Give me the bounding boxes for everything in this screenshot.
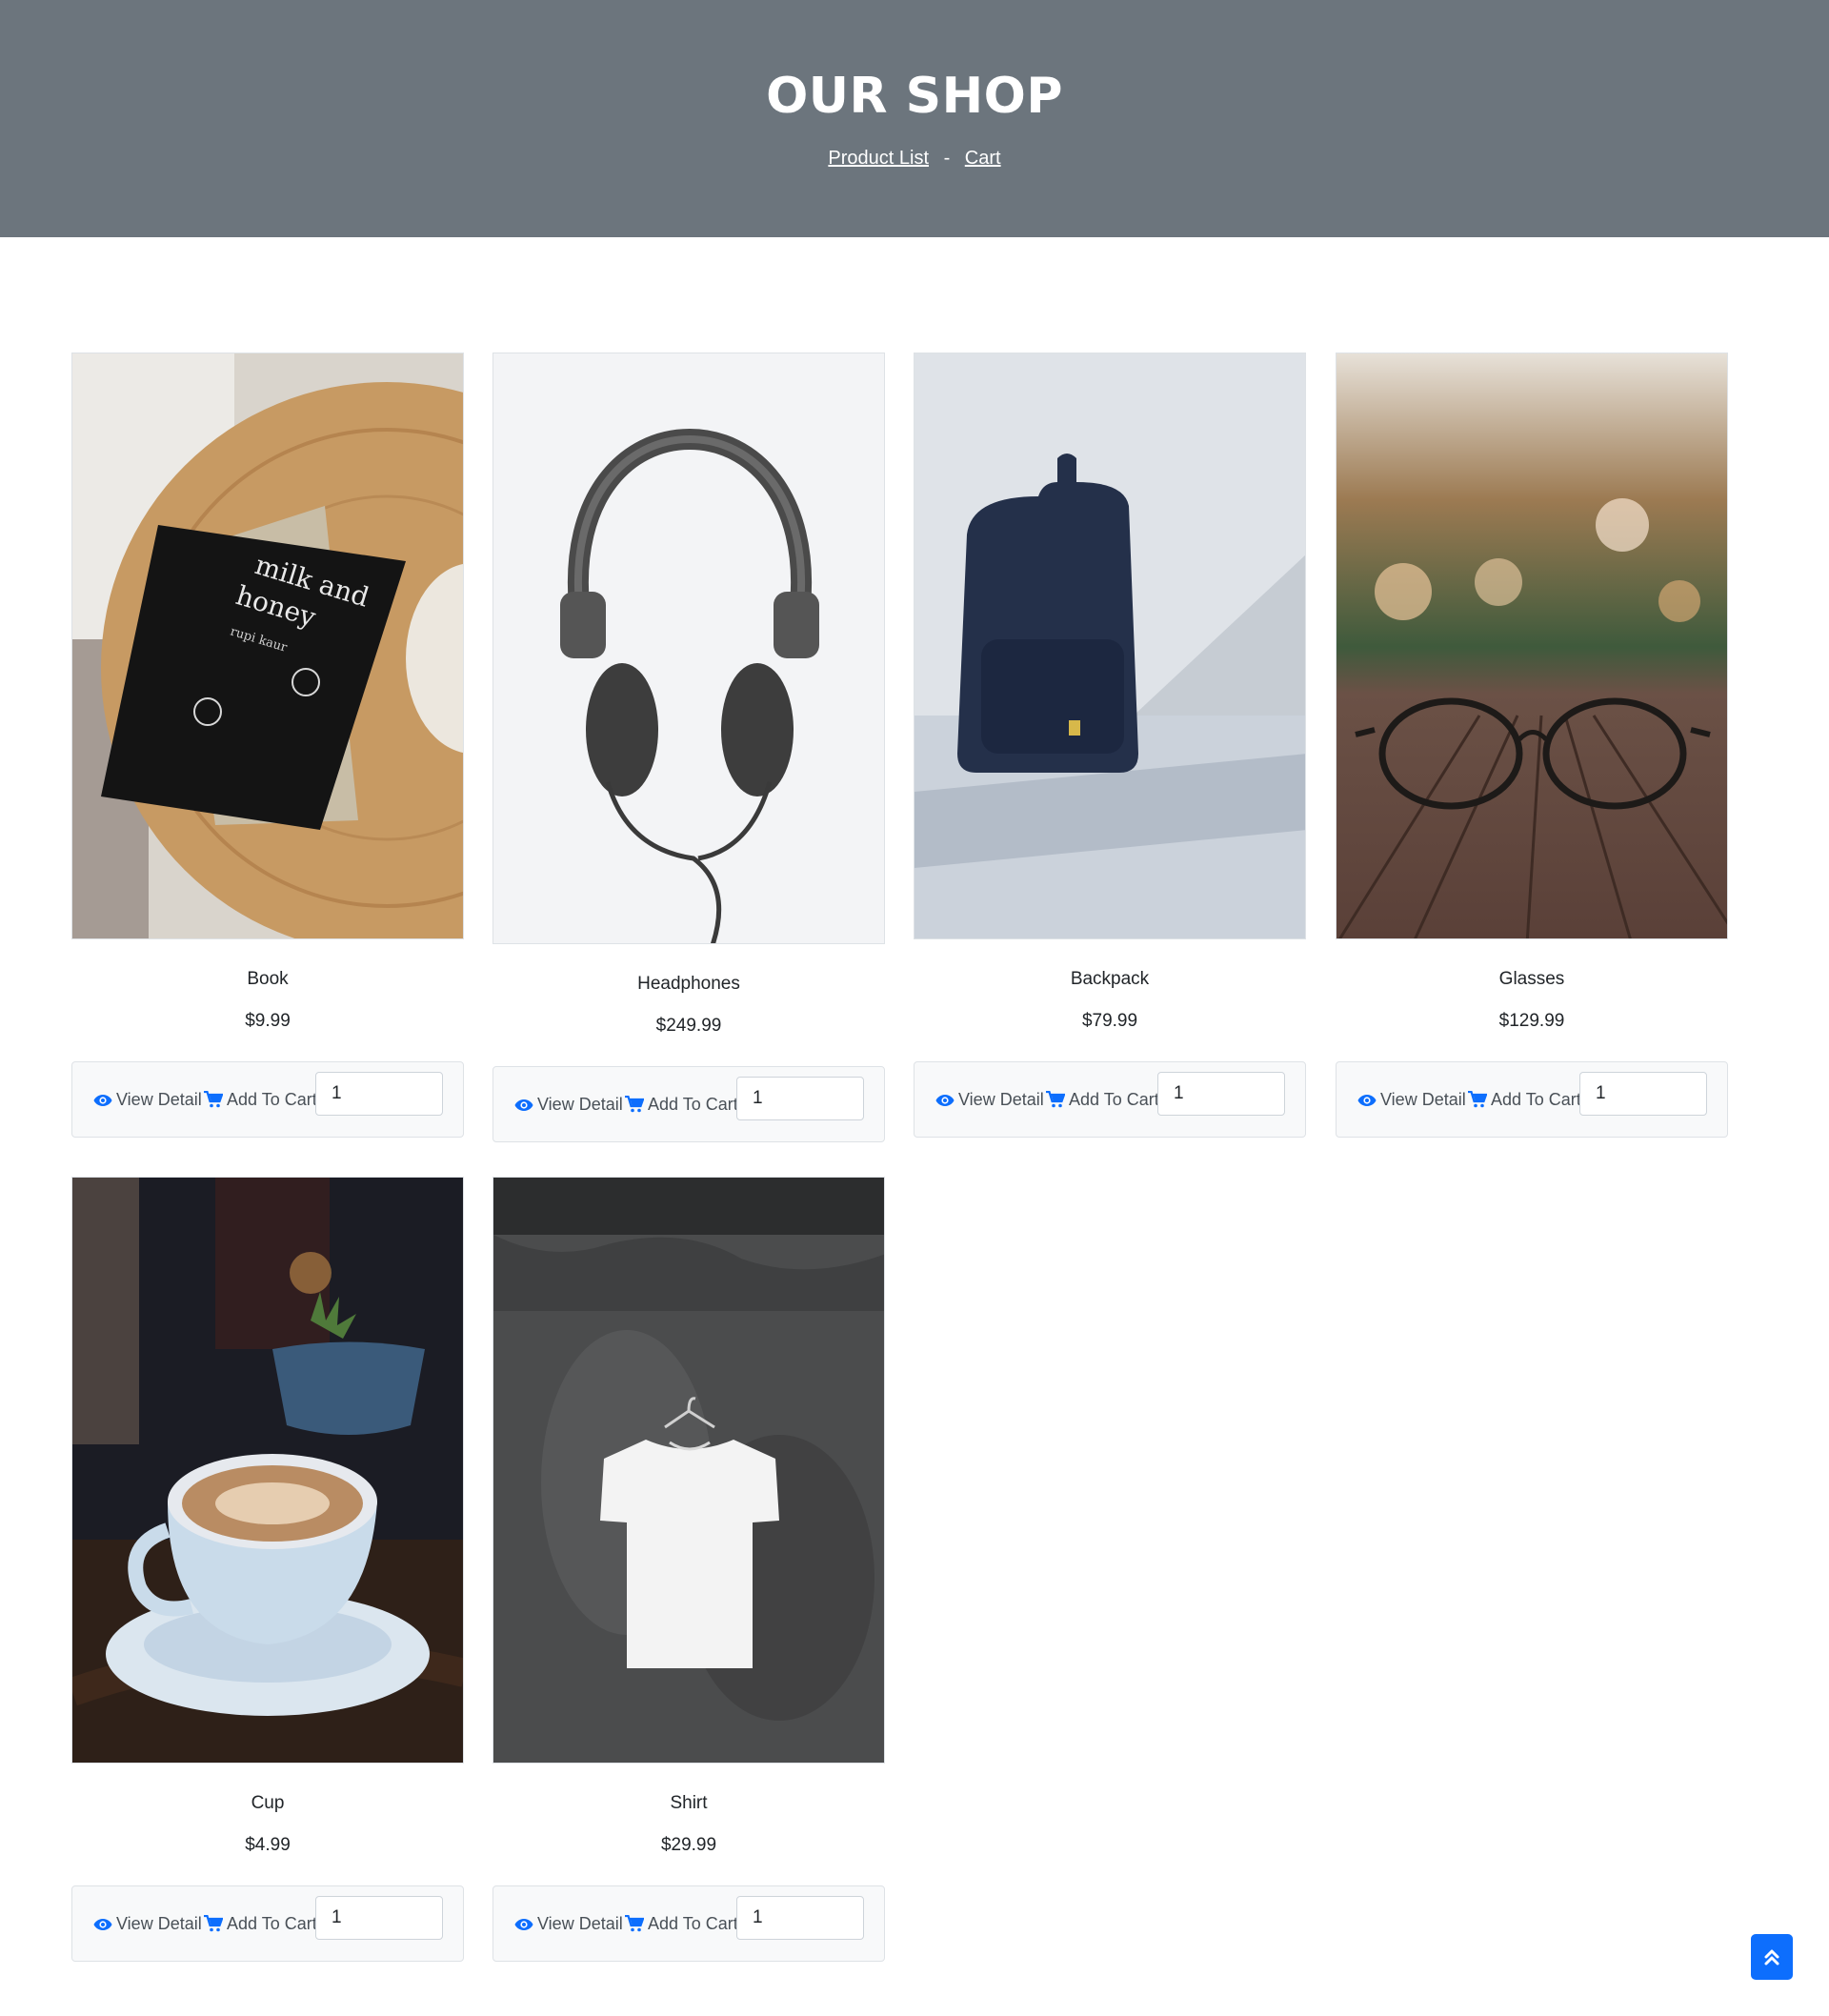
- product-name: Book: [247, 969, 289, 989]
- breadcrumb-product-list-link[interactable]: Product List: [828, 148, 929, 169]
- product-price: $79.99: [1081, 1011, 1138, 1031]
- add-to-cart-link[interactable]: Add To Cart: [625, 1912, 738, 1935]
- product-name: Backpack: [1070, 969, 1150, 989]
- scroll-to-top-button[interactable]: [1751, 1934, 1793, 1980]
- view-detail-link[interactable]: View Detail: [1357, 1088, 1466, 1111]
- breadcrumb-separator: -: [943, 148, 951, 169]
- double-chevron-up-icon: [1764, 1949, 1779, 1966]
- add-to-cart-label: Add To Cart: [648, 1914, 738, 1933]
- cart-icon: [625, 1914, 645, 1932]
- quantity-input[interactable]: [315, 1072, 443, 1116]
- product-actions: View Detail Add To Cart: [71, 1061, 464, 1138]
- cart-icon: [204, 1914, 224, 1932]
- cart-icon: [1468, 1090, 1488, 1108]
- product-card-shirt: Shirt $29.99 View Detail Add To Cart: [492, 1177, 885, 1962]
- product-actions: View Detail Add To Cart: [71, 1885, 464, 1962]
- eye-icon: [514, 1919, 533, 1930]
- product-price: $129.99: [1498, 1011, 1565, 1031]
- backpack-photo[interactable]: [914, 353, 1306, 939]
- add-to-cart-link[interactable]: Add To Cart: [204, 1088, 317, 1111]
- add-to-cart-label: Add To Cart: [648, 1095, 738, 1114]
- view-detail-label: View Detail: [1380, 1090, 1466, 1109]
- quantity-input[interactable]: [315, 1896, 443, 1940]
- eye-icon: [93, 1095, 112, 1106]
- view-detail-label: View Detail: [537, 1095, 623, 1114]
- product-actions: View Detail Add To Cart: [492, 1066, 885, 1142]
- view-detail-label: View Detail: [116, 1914, 202, 1933]
- view-detail-label: View Detail: [537, 1914, 623, 1933]
- product-name: Shirt: [670, 1793, 708, 1813]
- cart-icon: [204, 1090, 224, 1108]
- product-actions: View Detail Add To Cart: [1336, 1061, 1728, 1138]
- view-detail-link[interactable]: View Detail: [514, 1093, 623, 1116]
- cart-icon: [1046, 1090, 1066, 1108]
- add-to-cart-label: Add To Cart: [227, 1090, 317, 1109]
- breadcrumb: Product List - Cart: [0, 143, 1829, 173]
- product-card-headphones: Headphones $249.99 View Detail Add To Ca…: [492, 353, 885, 1142]
- headphones-photo[interactable]: [492, 353, 885, 944]
- page-header: OUR SHOP Product List - Cart: [0, 0, 1829, 237]
- eye-icon: [1357, 1095, 1377, 1106]
- quantity-input[interactable]: [736, 1077, 864, 1120]
- add-to-cart-label: Add To Cart: [227, 1914, 317, 1933]
- product-card-glasses: Glasses $129.99 View Detail Add To Cart: [1336, 353, 1728, 1138]
- add-to-cart-link[interactable]: Add To Cart: [204, 1912, 317, 1935]
- eye-icon: [93, 1919, 112, 1930]
- product-name: Glasses: [1498, 969, 1565, 989]
- view-detail-label: View Detail: [116, 1090, 202, 1109]
- glasses-photo[interactable]: [1336, 353, 1728, 939]
- eye-icon: [514, 1099, 533, 1111]
- view-detail-link[interactable]: View Detail: [93, 1088, 202, 1111]
- quantity-input[interactable]: [736, 1896, 864, 1940]
- product-price: $9.99: [245, 1011, 291, 1031]
- view-detail-label: View Detail: [958, 1090, 1044, 1109]
- view-detail-link[interactable]: View Detail: [935, 1088, 1044, 1111]
- view-detail-link[interactable]: View Detail: [93, 1912, 202, 1935]
- product-actions: View Detail Add To Cart: [914, 1061, 1306, 1138]
- breadcrumb-cart-link[interactable]: Cart: [965, 148, 1001, 169]
- product-price: $4.99: [245, 1835, 291, 1855]
- product-actions: View Detail Add To Cart: [492, 1885, 885, 1962]
- product-card-backpack: Backpack $79.99 View Detail Add To Cart: [914, 353, 1306, 1138]
- product-card-cup: Cup $4.99 View Detail Add To Cart: [71, 1177, 464, 1962]
- product-name: Cup: [251, 1793, 285, 1813]
- product-name: Headphones: [637, 974, 740, 994]
- book-photo[interactable]: milk and honey rupi kaur: [71, 353, 464, 939]
- view-detail-link[interactable]: View Detail: [514, 1912, 623, 1935]
- cup-photo[interactable]: [71, 1177, 464, 1764]
- add-to-cart-label: Add To Cart: [1491, 1090, 1581, 1109]
- shirt-photo[interactable]: [492, 1177, 885, 1764]
- page-title: OUR SHOP: [766, 68, 1063, 125]
- add-to-cart-label: Add To Cart: [1069, 1090, 1159, 1109]
- product-price: $29.99: [660, 1835, 717, 1855]
- quantity-input[interactable]: [1579, 1072, 1707, 1116]
- product-price: $249.99: [655, 1016, 722, 1036]
- add-to-cart-link[interactable]: Add To Cart: [1468, 1088, 1581, 1111]
- product-card-book: milk and honey rupi kaur Book $9.99 View…: [71, 353, 464, 1138]
- cart-icon: [625, 1095, 645, 1113]
- quantity-input[interactable]: [1157, 1072, 1285, 1116]
- add-to-cart-link[interactable]: Add To Cart: [625, 1093, 738, 1116]
- eye-icon: [935, 1095, 955, 1106]
- add-to-cart-link[interactable]: Add To Cart: [1046, 1088, 1159, 1111]
